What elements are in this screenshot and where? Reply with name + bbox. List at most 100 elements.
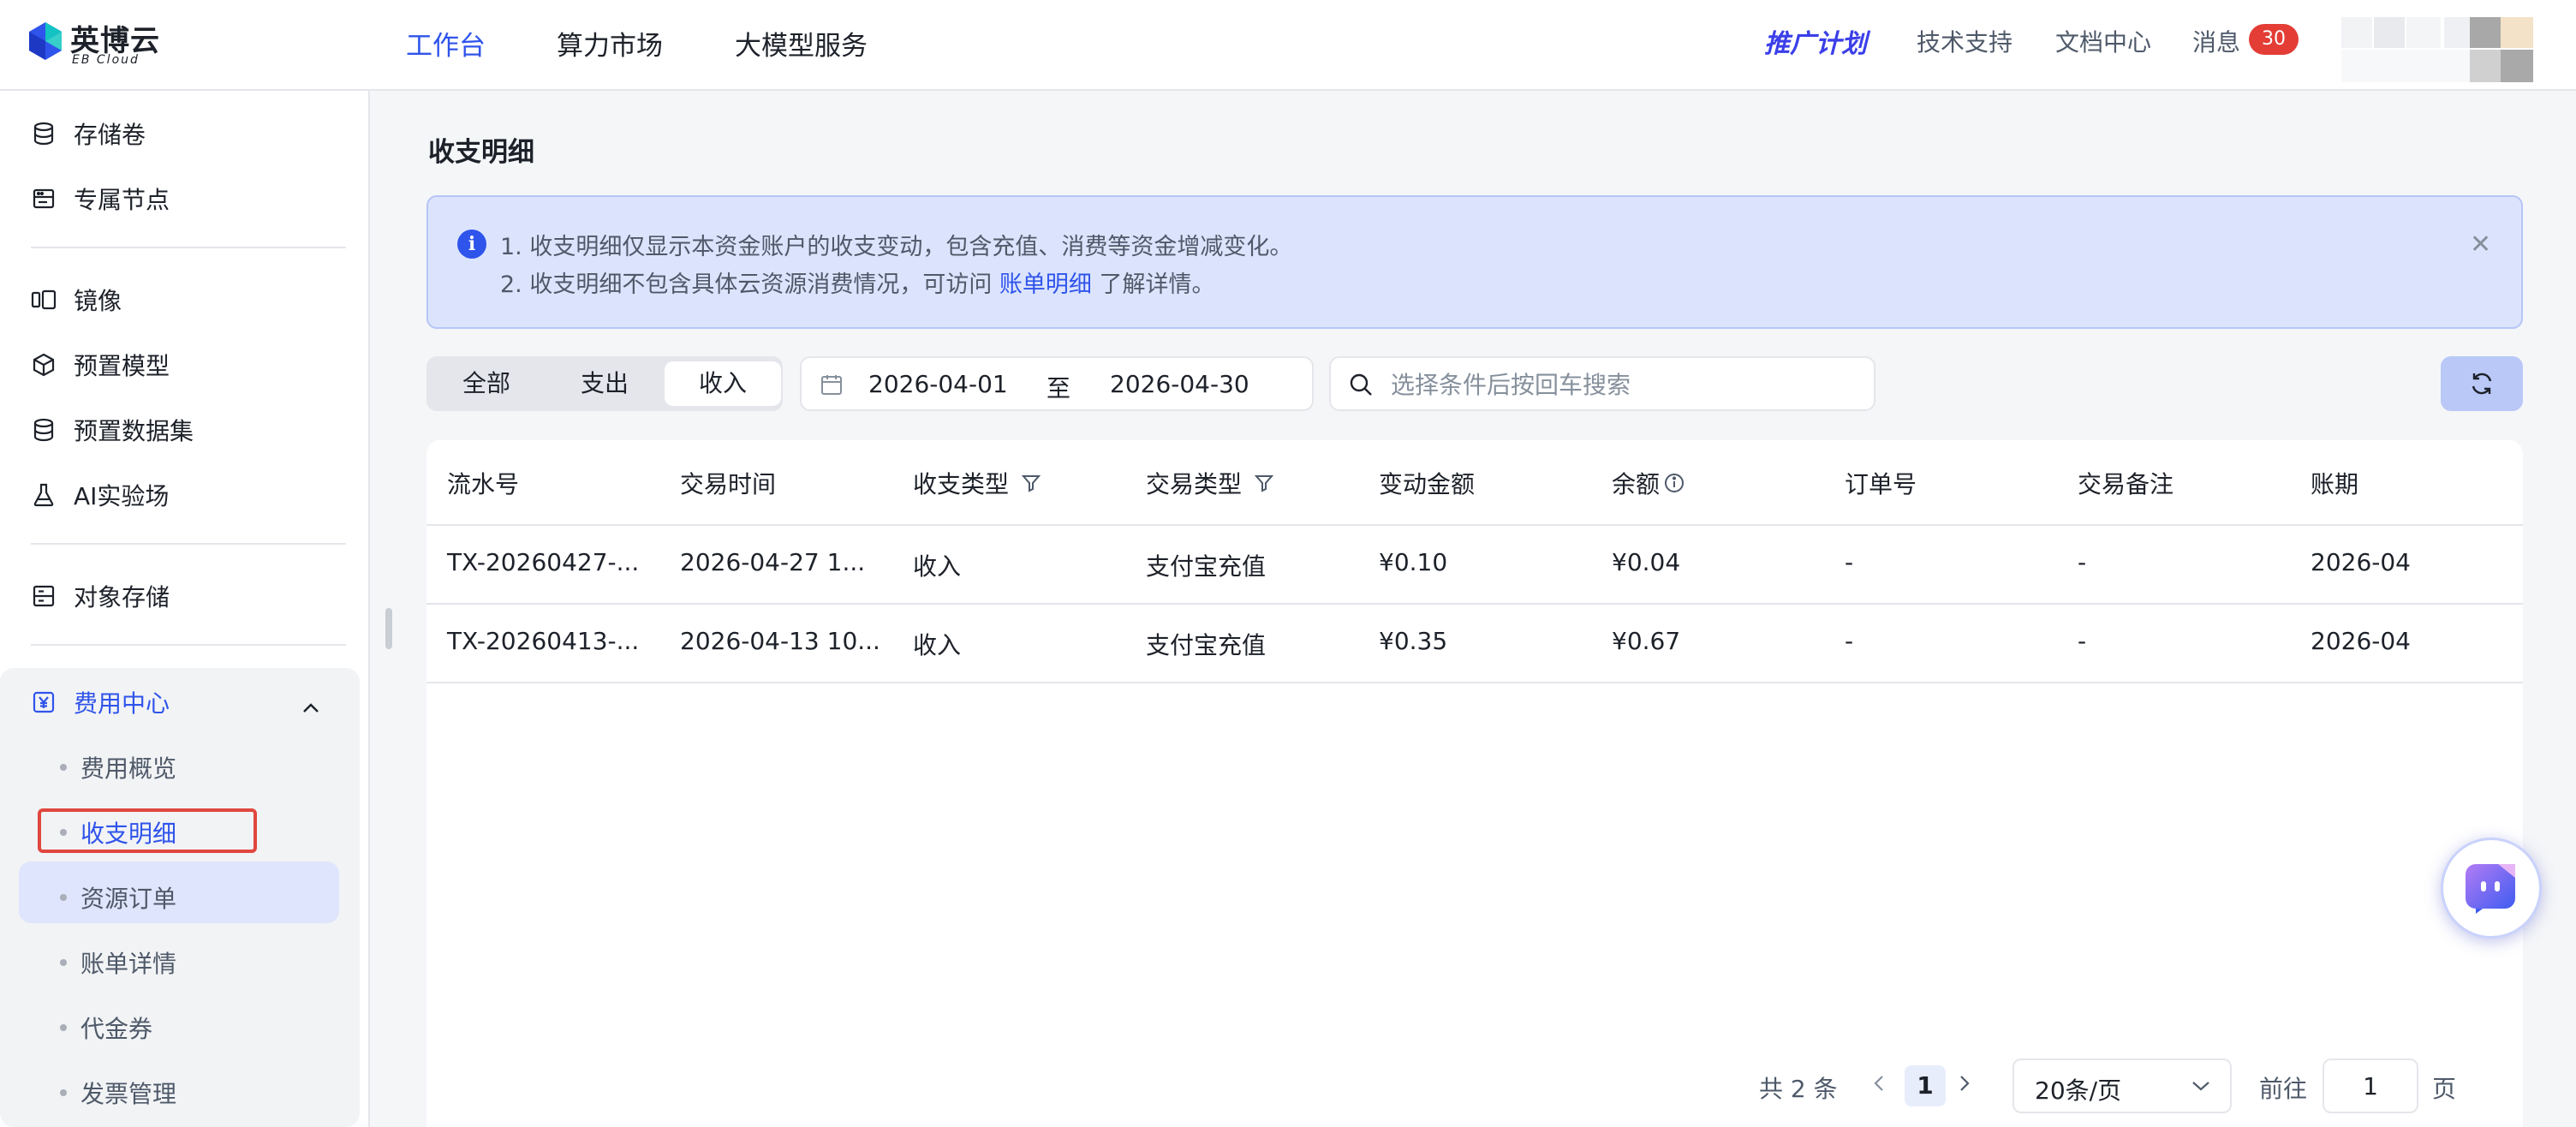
sidebar: 存储卷 专属节点 镜像 预置模型 预置数据集 AI实验场 对象存储 费用中心 费… [0,91,370,1127]
top-header: 英博云 EB Cloud 工作台 算力市场 大模型服务 推广计划 技术支持 文档… [0,0,2576,91]
sidebar-item-dedicated-nodes[interactable]: 专属节点 [31,182,170,216]
sidebar-item-label: 存储卷 [74,121,146,149]
page-number-current[interactable]: 1 [1905,1065,1946,1106]
logo[interactable]: 英博云 EB Cloud [27,15,164,69]
cell-order-no: - [1845,548,1854,576]
sidebar-item-volumes[interactable]: 存储卷 [31,116,146,151]
chevron-up-icon[interactable] [301,692,320,720]
messages-link[interactable]: 消息 [2192,24,2240,58]
info-notice: i 1. 收支明细仅显示本资金账户的收支变动，包含充值、消费等资金增减变化。 2… [426,195,2523,329]
nav-workbench[interactable]: 工作台 [406,24,486,63]
col-serial-no: 流水号 [447,470,520,498]
cell-trade-type: 支付宝充值 [1146,552,1267,581]
bill-details-link[interactable]: 账单明细 [999,271,1092,298]
date-range-picker[interactable]: 2026-04-01 至 2026-04-30 [800,356,1314,411]
page-suffix: 页 [2432,1075,2457,1103]
sidebar-subitem-resource-orders[interactable]: 资源订单 [60,880,176,915]
highlight-box [38,808,257,853]
search-input[interactable] [1391,368,1853,401]
sidebar-item-label: 预置模型 [74,352,170,380]
col-remark: 交易备注 [2078,470,2174,498]
col-period: 账期 [2311,470,2359,498]
sidebar-item-label: 对象存储 [74,583,170,611]
tech-support-link[interactable]: 技术支持 [1917,24,2012,58]
search-box[interactable] [1329,356,1875,411]
cell-amount: ¥0.10 [1379,548,1448,576]
logo-subtext: EB Cloud [72,53,140,67]
image-icon [31,287,57,313]
cell-trade-type: 支付宝充值 [1146,631,1267,659]
filter-icon[interactable] [1021,473,1041,493]
sidebar-group-header[interactable]: 费用中心 [31,685,170,719]
cube-icon [31,352,57,378]
date-end[interactable]: 2026-04-30 [1110,370,1249,398]
sidebar-subitem-fee-overview[interactable]: 费用概览 [60,750,176,784]
chevron-left-icon[interactable] [1872,1070,1886,1099]
bullet-dot [60,894,67,901]
col-order-no: 订单号 [1845,470,1917,498]
nav-llm-service[interactable]: 大模型服务 [735,24,868,63]
col-trade-type: 交易类型 [1146,466,1274,500]
total-count: 共 2 条 [1759,1075,1838,1103]
table-header: 流水号 交易时间 收支类型 交易类型 变动金额 余额 订单号 交易备注 账期 [426,440,2523,526]
sidebar-divider [31,543,346,545]
calendar-icon [820,373,843,402]
cell-time: 2026-04-13 10... [680,627,880,655]
sidebar-item-object-storage[interactable]: 对象存储 [31,579,170,613]
promo-link[interactable]: 推广计划 [1764,22,1867,60]
storage-icon [31,583,57,609]
page-size-value: 20条/页 [2035,1076,2122,1105]
sidebar-subitem-vouchers[interactable]: 代金券 [60,1011,152,1045]
tab-expense[interactable]: 支出 [546,361,663,406]
refresh-button[interactable] [2441,356,2523,411]
cell-remark: - [2078,627,2087,655]
col-flow-type: 收支类型 [913,466,1041,500]
date-start[interactable]: 2026-04-01 [868,370,1008,398]
sidebar-subitem-bill-details[interactable]: 账单详情 [60,945,176,980]
table-row[interactable]: TX-20260413-... 2026-04-13 10... 收入 支付宝充… [426,605,2523,683]
sidebar-group-label: 费用中心 [74,689,170,718]
search-icon [1348,372,1374,403]
sidebar-item-preset-models[interactable]: 预置模型 [31,348,170,382]
nav-compute-market[interactable]: 算力市场 [557,24,663,63]
page-size-select[interactable]: 20条/页 [2012,1058,2232,1113]
goto-page-input[interactable] [2324,1060,2417,1112]
sidebar-scrollbar[interactable] [385,608,392,649]
cell-remark: - [2078,548,2087,576]
col-amount: 变动金额 [1379,470,1476,498]
cell-period: 2026-04 [2311,548,2411,576]
chevron-right-icon[interactable] [1958,1070,1971,1099]
info-icon: i [457,230,486,259]
sidebar-item-images[interactable]: 镜像 [31,283,122,317]
ai-assistant-button[interactable] [2441,838,2542,939]
page-title: 收支明细 [428,137,534,168]
message-count-badge[interactable]: 30 [2249,24,2299,55]
sidebar-item-label: 镜像 [74,287,122,315]
info-circle-icon[interactable] [1663,472,1685,494]
cell-balance: ¥0.67 [1612,627,1681,655]
filter-icon[interactable] [1254,473,1274,493]
logo-icon [29,22,62,60]
close-icon[interactable]: ✕ [2470,230,2491,259]
tab-all[interactable]: 全部 [428,361,545,406]
sidebar-item-preset-datasets[interactable]: 预置数据集 [31,413,194,447]
yen-icon [31,689,57,715]
sidebar-item-ai-lab[interactable]: AI实验场 [31,478,169,512]
cell-amount: ¥0.35 [1379,627,1448,655]
flask-icon [31,482,57,508]
cell-order-no: - [1845,627,1854,655]
cell-period: 2026-04 [2311,627,2411,655]
col-balance: 余额 [1612,466,1685,500]
goto-label: 前往 [2259,1075,2308,1103]
sidebar-item-label: 预置数据集 [74,417,194,445]
chatbot-icon [2466,864,2515,914]
tab-income[interactable]: 收入 [665,361,781,406]
avatar[interactable] [2341,17,2533,82]
sidebar-item-label: AI实验场 [74,482,170,510]
sidebar-subitem-invoices[interactable]: 发票管理 [60,1076,176,1110]
table-row[interactable]: TX-20260427-... 2026-04-27 1... 收入 支付宝充值… [426,526,2523,605]
cell-serial-no: TX-20260427-... [447,548,640,576]
goto-page-box[interactable] [2323,1058,2418,1113]
sidebar-divider [31,644,346,646]
docs-link[interactable]: 文档中心 [2055,24,2151,58]
